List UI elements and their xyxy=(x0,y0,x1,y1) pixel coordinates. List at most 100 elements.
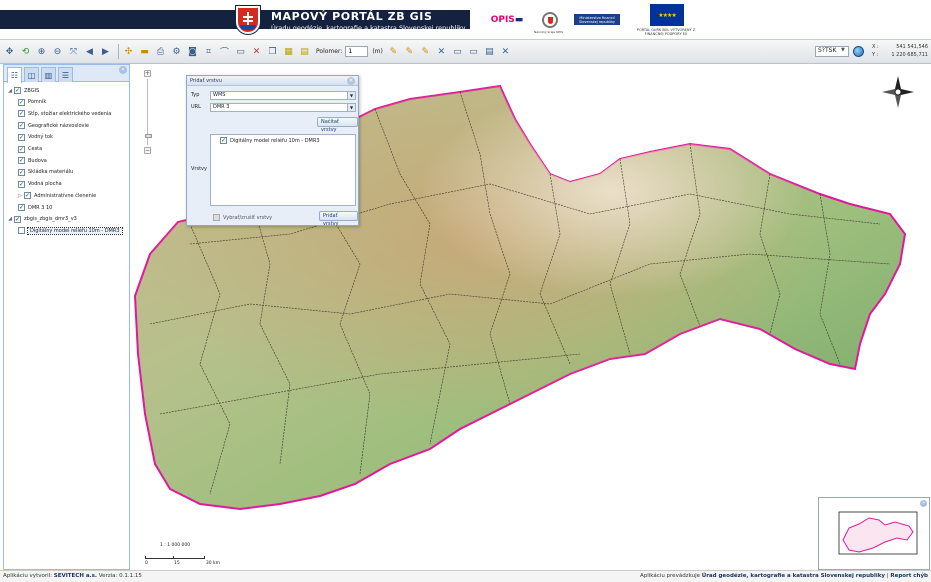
select-icon[interactable]: ⌗ xyxy=(202,45,215,58)
pan-icon[interactable]: ✥ xyxy=(3,45,16,58)
zoom-handle[interactable] xyxy=(145,134,152,138)
select-all-checkbox[interactable] xyxy=(213,214,220,221)
layer-checkbox[interactable]: ✓ xyxy=(220,137,227,144)
layer-checkbox[interactable]: ✓ xyxy=(18,145,25,153)
tree-item[interactable]: ◢ ✓ ZBGIS xyxy=(7,85,39,96)
layer-checkbox[interactable]: ✓ xyxy=(14,87,21,94)
zoom-in-button[interactable]: + xyxy=(144,70,151,77)
select-all-toggle[interactable]: Vybrať/zrušiť vrstvy xyxy=(213,214,272,221)
delete-drawing-icon[interactable]: ✕ xyxy=(435,45,448,58)
measure-icon[interactable]: ▬ xyxy=(138,45,151,58)
url-select[interactable]: DMR 3 ▼ xyxy=(210,103,356,112)
settings-icon[interactable]: ⚙ xyxy=(170,45,183,58)
eu-flag-icon[interactable]: ★★★★ xyxy=(650,4,684,26)
overview-close-button[interactable]: » xyxy=(920,500,927,507)
zoom-out-icon[interactable]: ⊖ xyxy=(51,45,64,58)
layer-checkbox[interactable]: ✓ xyxy=(18,157,25,165)
chevron-down-icon: ▼ xyxy=(347,92,355,99)
tree-item[interactable]: ✓ Budova xyxy=(17,155,47,166)
tree-item[interactable]: ✓Digitálny model reliéfu 10m - DMR3 xyxy=(17,225,123,236)
layer-checkbox[interactable]: ✓ xyxy=(18,98,25,106)
chevron-down-icon[interactable]: ▼ xyxy=(841,47,845,53)
company-link[interactable]: SEVITECH a.s. xyxy=(54,573,97,579)
tree-item[interactable]: ✓ Skládka materiálu xyxy=(17,167,73,178)
map-toolbar: ✥ ⟲ ⊕ ⊖ ⤧ ◀ ▶ ✣ ▬ ⎙ ⚙ ◙ ⌗ ⌒ ▭ ✕ ❐ ▦ ▤ Po… xyxy=(0,40,931,64)
layer-checkbox[interactable]: ✓ xyxy=(18,133,25,141)
tree-item-label: ZBGIS xyxy=(24,87,40,94)
refresh-icon[interactable]: ⟲ xyxy=(19,45,32,58)
pencil-line-icon[interactable]: ✎ xyxy=(403,45,416,58)
opis-logo[interactable]: OPIS ▬ xyxy=(484,10,530,29)
layer-checkbox[interactable]: ✓ xyxy=(18,227,25,235)
tree-item[interactable]: ✓ DMR 3 10 xyxy=(17,202,52,213)
tree-item[interactable]: ✓ Pomník xyxy=(17,97,46,108)
draw-line-icon[interactable]: ⌒ xyxy=(218,45,231,58)
forward-arrow-icon[interactable]: ▶ xyxy=(99,45,112,58)
tree-item[interactable]: ✓ Vodná plocha xyxy=(17,179,62,190)
back-arrow-icon[interactable]: ◀ xyxy=(83,45,96,58)
tab-legend[interactable]: ▥ xyxy=(41,67,56,82)
tree-item[interactable]: ◢ ✓ zbgis_zbgis_dmr3_v3 xyxy=(7,214,77,225)
tab-info[interactable]: ☰ xyxy=(58,67,73,82)
draw-polygon-icon[interactable]: ▭ xyxy=(234,45,247,58)
tab-search[interactable]: ◫ xyxy=(24,67,39,82)
pencil-area-icon[interactable]: ✎ xyxy=(419,45,432,58)
layer-checkbox[interactable]: ✓ xyxy=(18,204,25,211)
clear-icon[interactable]: ✕ xyxy=(250,45,263,58)
seal-logo-icon[interactable] xyxy=(537,10,563,29)
type-select[interactable]: WMS ▼ xyxy=(210,91,356,100)
identify-icon[interactable]: ◙ xyxy=(186,45,199,58)
globe-icon[interactable] xyxy=(853,46,864,57)
tree-item[interactable]: ✓ Vodný tok xyxy=(17,132,53,143)
list-item[interactable]: ✓ Digitálny model reliéfu 10m - DMR3 xyxy=(220,137,320,144)
ministry-logo[interactable]: Ministerstvo financií Slovenskej republi… xyxy=(572,10,622,29)
sidebar-tabs: ☷ ◫ ▥ ☰ « xyxy=(4,65,129,83)
ruler-icon[interactable]: ▭ xyxy=(451,45,464,58)
dialog-close-button[interactable]: × xyxy=(347,77,355,85)
overview-map[interactable]: » xyxy=(818,497,930,570)
status-bar: Aplikáciu vytvoril: SEVITECH a.s. Verzia… xyxy=(0,570,931,582)
seal-caption: Národný kraje OPIS xyxy=(534,30,564,34)
area-ruler-icon[interactable]: ▭ xyxy=(467,45,480,58)
tree-item[interactable]: ✓ Geografické názvoslovie xyxy=(17,120,89,131)
layer-checkbox[interactable]: ✓ xyxy=(18,110,25,118)
move-icon[interactable]: ✣ xyxy=(122,45,135,58)
layers-icon[interactable]: ▤ xyxy=(298,45,311,58)
tree-item[interactable]: ✓ Stĺp, stožiar elektrického vedenia xyxy=(17,108,111,119)
expand-arrow-icon[interactable]: ◢ xyxy=(7,216,13,222)
layer-checkbox[interactable]: ✓ xyxy=(14,215,21,223)
zoom-in-icon[interactable]: ⊕ xyxy=(35,45,48,58)
report-bug-link[interactable]: Report chýb xyxy=(890,573,928,579)
operator-link[interactable]: Úrad geodézie, kartografie a katastra Sl… xyxy=(702,573,885,579)
zoom-extent-icon[interactable]: ⤧ xyxy=(67,45,80,58)
scale-ticks: 0 15 30 km xyxy=(145,561,220,566)
radius-unit: (m) xyxy=(372,48,383,55)
copy-icon[interactable]: ❐ xyxy=(266,45,279,58)
close-tools-icon[interactable]: ✕ xyxy=(499,45,512,58)
layer-checkbox[interactable]: ✓ xyxy=(18,168,25,176)
url-label: URL xyxy=(191,104,201,110)
layer-checkbox[interactable]: ✓ xyxy=(24,192,31,200)
radius-input[interactable] xyxy=(345,46,369,57)
print-icon[interactable]: ⎙ xyxy=(154,45,167,58)
collapse-sidebar-button[interactable]: « xyxy=(119,66,127,74)
tree-item[interactable]: ▷ ✓ Administratívne členenie xyxy=(17,190,96,201)
scale-bar: 1 : 1 000 000 0 15 30 km xyxy=(145,543,220,569)
pencil-icon[interactable]: ✎ xyxy=(387,45,400,58)
zoom-slider[interactable]: + − xyxy=(144,70,153,156)
load-layers-button[interactable]: Načítať vrstvy xyxy=(317,117,358,133)
portal-subtitle: Úradu geodézie, kartografie a katastra S… xyxy=(271,24,466,32)
layers-list[interactable]: ✓ Digitálny model reliéfu 10m - DMR3 xyxy=(210,134,356,206)
collapse-arrow-icon[interactable]: ▷ xyxy=(17,193,23,199)
export-icon[interactable]: ▦ xyxy=(282,45,295,58)
chevron-down-icon: ▼ xyxy=(347,104,355,111)
zoom-out-button[interactable]: − xyxy=(144,147,151,154)
status-left: Aplikáciu vytvoril: SEVITECH a.s. Verzia… xyxy=(3,573,142,579)
expand-arrow-icon[interactable]: ◢ xyxy=(7,88,13,94)
table-icon[interactable]: ▤ xyxy=(483,45,496,58)
tab-layers-tree[interactable]: ☷ xyxy=(7,67,22,83)
layer-checkbox[interactable]: ✓ xyxy=(18,122,25,130)
layer-checkbox[interactable]: ✓ xyxy=(18,180,25,188)
add-layers-button[interactable]: Pridať vrstvy xyxy=(319,211,358,227)
tree-item[interactable]: ✓ Cesta xyxy=(17,144,42,155)
